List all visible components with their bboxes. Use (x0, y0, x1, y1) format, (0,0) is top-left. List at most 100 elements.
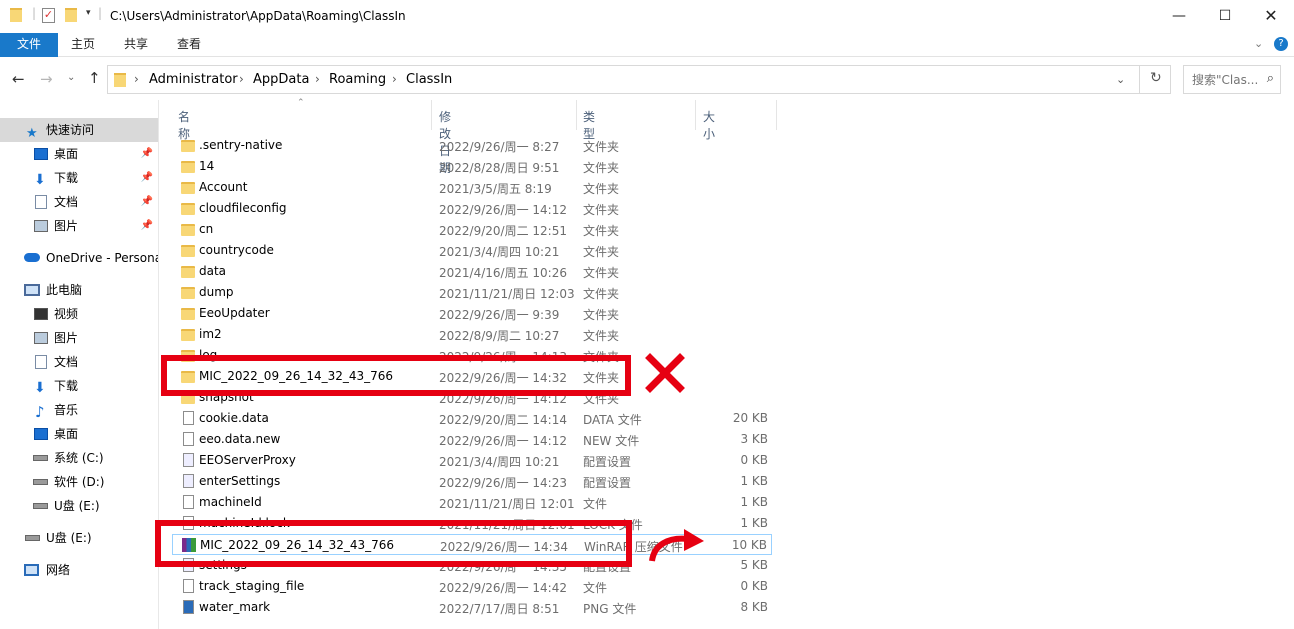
tab-share[interactable]: 共享 (110, 33, 162, 57)
search-input[interactable] (1184, 66, 1258, 93)
help-icon[interactable]: ? (1274, 37, 1288, 51)
file-date: 2022/9/26/周一 14:23 (439, 476, 567, 490)
search-box[interactable]: ⌕ (1183, 65, 1281, 94)
sidebar-item-drive-e[interactable]: U盘 (E:) (0, 494, 158, 518)
sidebar-item-drive-d[interactable]: 软件 (D:) (0, 470, 158, 494)
file-name: data (199, 264, 227, 278)
refresh-icon[interactable]: ↻ (1150, 70, 1162, 86)
sidebar-item-quick-access[interactable]: ★ 快速访问 (0, 118, 158, 142)
file-date: 2022/7/17/周日 8:51 (439, 602, 560, 616)
sidebar-item-pictures-pc[interactable]: 图片 (0, 326, 158, 350)
table-row[interactable]: water_mark 2022/7/17/周日 8:51 PNG 文件 8 KB (172, 597, 772, 618)
folder-icon (114, 73, 126, 87)
file-date: 2022/9/26/周一 14:12 (439, 203, 567, 217)
file-name: cloudfileconfig (199, 201, 287, 215)
file-name: countrycode (199, 243, 274, 257)
table-row[interactable]: 14 2022/8/28/周日 9:51 文件夹 (172, 156, 772, 177)
file-date: 2021/3/4/周四 10:21 (439, 245, 560, 259)
table-row[interactable]: Account 2021/3/5/周五 8:19 文件夹 (172, 177, 772, 198)
properties-icon[interactable]: ✓ (42, 8, 55, 23)
recent-locations-chevron-icon[interactable]: ⌄ (67, 72, 75, 83)
table-row[interactable]: data 2021/4/16/周五 10:26 文件夹 (172, 261, 772, 282)
file-name: dump (199, 285, 234, 299)
usb-drive-icon (25, 535, 40, 541)
table-row[interactable]: .sentry-native 2022/9/26/周一 8:27 文件夹 (172, 135, 772, 156)
sidebar-item-downloads[interactable]: ⬇ 下载 📌 (0, 166, 158, 190)
file-type: 文件 (583, 497, 608, 511)
table-row[interactable]: enterSettings 2022/9/26/周一 14:23 配置设置 1 KB (172, 471, 772, 492)
column-divider[interactable] (431, 100, 432, 130)
breadcrumb-administrator[interactable]: Administrator (149, 72, 238, 87)
breadcrumb-classin[interactable]: ClassIn (406, 72, 452, 87)
new-folder-icon[interactable] (65, 8, 77, 22)
tab-view[interactable]: 查看 (163, 33, 215, 57)
tab-home[interactable]: 主页 (57, 33, 109, 57)
table-row[interactable]: cn 2022/9/20/周二 12:51 文件夹 (172, 219, 772, 240)
file-date: 2022/9/26/周一 14:42 (439, 581, 567, 595)
file-size: 5 KB (740, 558, 768, 572)
settings-file-icon (183, 453, 194, 467)
sidebar-item-desktop[interactable]: 桌面 📌 (0, 142, 158, 166)
sidebar-item-usb-e[interactable]: U盘 (E:) (0, 526, 158, 550)
file-type: 文件夹 (583, 203, 620, 217)
up-arrow-icon[interactable]: ↑ (88, 69, 101, 87)
table-row[interactable]: cookie.data 2022/9/20/周二 14:14 DATA 文件 20 K… (172, 408, 772, 429)
sidebar-item-network[interactable]: 网络 (0, 558, 158, 582)
sidebar-item-downloads-pc[interactable]: ⬇ 下载 (0, 374, 158, 398)
sidebar-item-pictures[interactable]: 图片 📌 (0, 214, 158, 238)
table-row[interactable]: track_staging_file 2022/9/26/周一 14:42 文件 0 … (172, 576, 772, 597)
minimize-button[interactable]: — (1156, 0, 1202, 32)
table-row[interactable]: im2 2022/8/9/周二 10:27 文件夹 (172, 324, 772, 345)
sidebar-item-desktop-pc[interactable]: 桌面 (0, 422, 158, 446)
search-icon[interactable]: ⌕ (1267, 71, 1274, 86)
address-dropdown-icon[interactable]: ⌄ (1116, 73, 1125, 86)
file-name: enterSettings (199, 474, 281, 488)
document-icon (35, 195, 47, 209)
table-row[interactable]: dump 2021/11/21/周日 12:03 文件夹 (172, 282, 772, 303)
table-row[interactable]: EeoUpdater 2022/9/26/周一 9:39 文件夹 (172, 303, 772, 324)
table-row[interactable]: cloudfileconfig 2022/9/26/周一 14:12 文件夹 (172, 198, 772, 219)
column-divider[interactable] (576, 100, 577, 130)
sidebar-item-documents[interactable]: 文档 📌 (0, 190, 158, 214)
file-size: 10 KB (731, 538, 767, 552)
breadcrumb-roaming[interactable]: Roaming (329, 72, 386, 87)
sidebar-item-onedrive[interactable]: OneDrive - Persona (0, 246, 158, 270)
sidebar-item-this-pc[interactable]: 此电脑 (0, 278, 158, 302)
table-row[interactable]: machineId 2021/11/21/周日 12:01 文件 1 KB (172, 492, 772, 513)
file-icon (183, 432, 194, 446)
usb-drive-icon (33, 503, 48, 509)
tab-file[interactable]: 文件 (0, 33, 58, 57)
breadcrumb-appdata[interactable]: AppData (253, 72, 309, 87)
column-divider[interactable] (776, 100, 777, 130)
sidebar-item-drive-c[interactable]: 系统 (C:) (0, 446, 158, 470)
forward-arrow-icon[interactable]: → (40, 70, 53, 88)
folder-icon (181, 308, 195, 320)
table-row[interactable]: eeo.data.new 2022/9/26/周一 14:12 NEW 文件 3 KB (172, 429, 772, 450)
file-size: 1 KB (740, 495, 768, 509)
table-row[interactable]: EEOServerProxy 2021/3/4/周四 10:21 配置设置 0 KB (172, 450, 772, 471)
table-row[interactable]: countrycode 2021/3/4/周四 10:21 文件夹 (172, 240, 772, 261)
pin-icon[interactable]: 📌 (141, 142, 153, 166)
video-icon (34, 308, 48, 320)
pin-icon[interactable]: 📌 (141, 190, 153, 214)
close-button[interactable]: ✕ (1248, 0, 1294, 32)
chevron-right-icon: › (392, 72, 397, 86)
address-bar[interactable]: › Administrator › AppData › Roaming › Cl… (107, 65, 1171, 94)
back-arrow-icon[interactable]: ← (12, 70, 25, 88)
file-size: 0 KB (740, 453, 768, 467)
sidebar-item-music[interactable]: ♪ 音乐 (0, 398, 158, 422)
file-date: 2021/4/16/周五 10:26 (439, 266, 567, 280)
pin-icon[interactable]: 📌 (141, 214, 153, 238)
file-type: PNG 文件 (583, 602, 637, 616)
folder-icon (181, 329, 195, 341)
maximize-button[interactable]: ☐ (1202, 0, 1248, 32)
sidebar-item-videos[interactable]: 视频 (0, 302, 158, 326)
column-divider[interactable] (695, 100, 696, 130)
customize-toolbar-icon[interactable]: ▾ (86, 8, 91, 18)
file-name: eeo.data.new (199, 432, 281, 446)
chevron-down-icon[interactable]: ⌄ (1254, 37, 1263, 50)
divider: | (32, 6, 37, 20)
pin-icon[interactable]: 📌 (141, 166, 153, 190)
file-icon (183, 411, 194, 425)
sidebar-item-documents-pc[interactable]: 文档 (0, 350, 158, 374)
